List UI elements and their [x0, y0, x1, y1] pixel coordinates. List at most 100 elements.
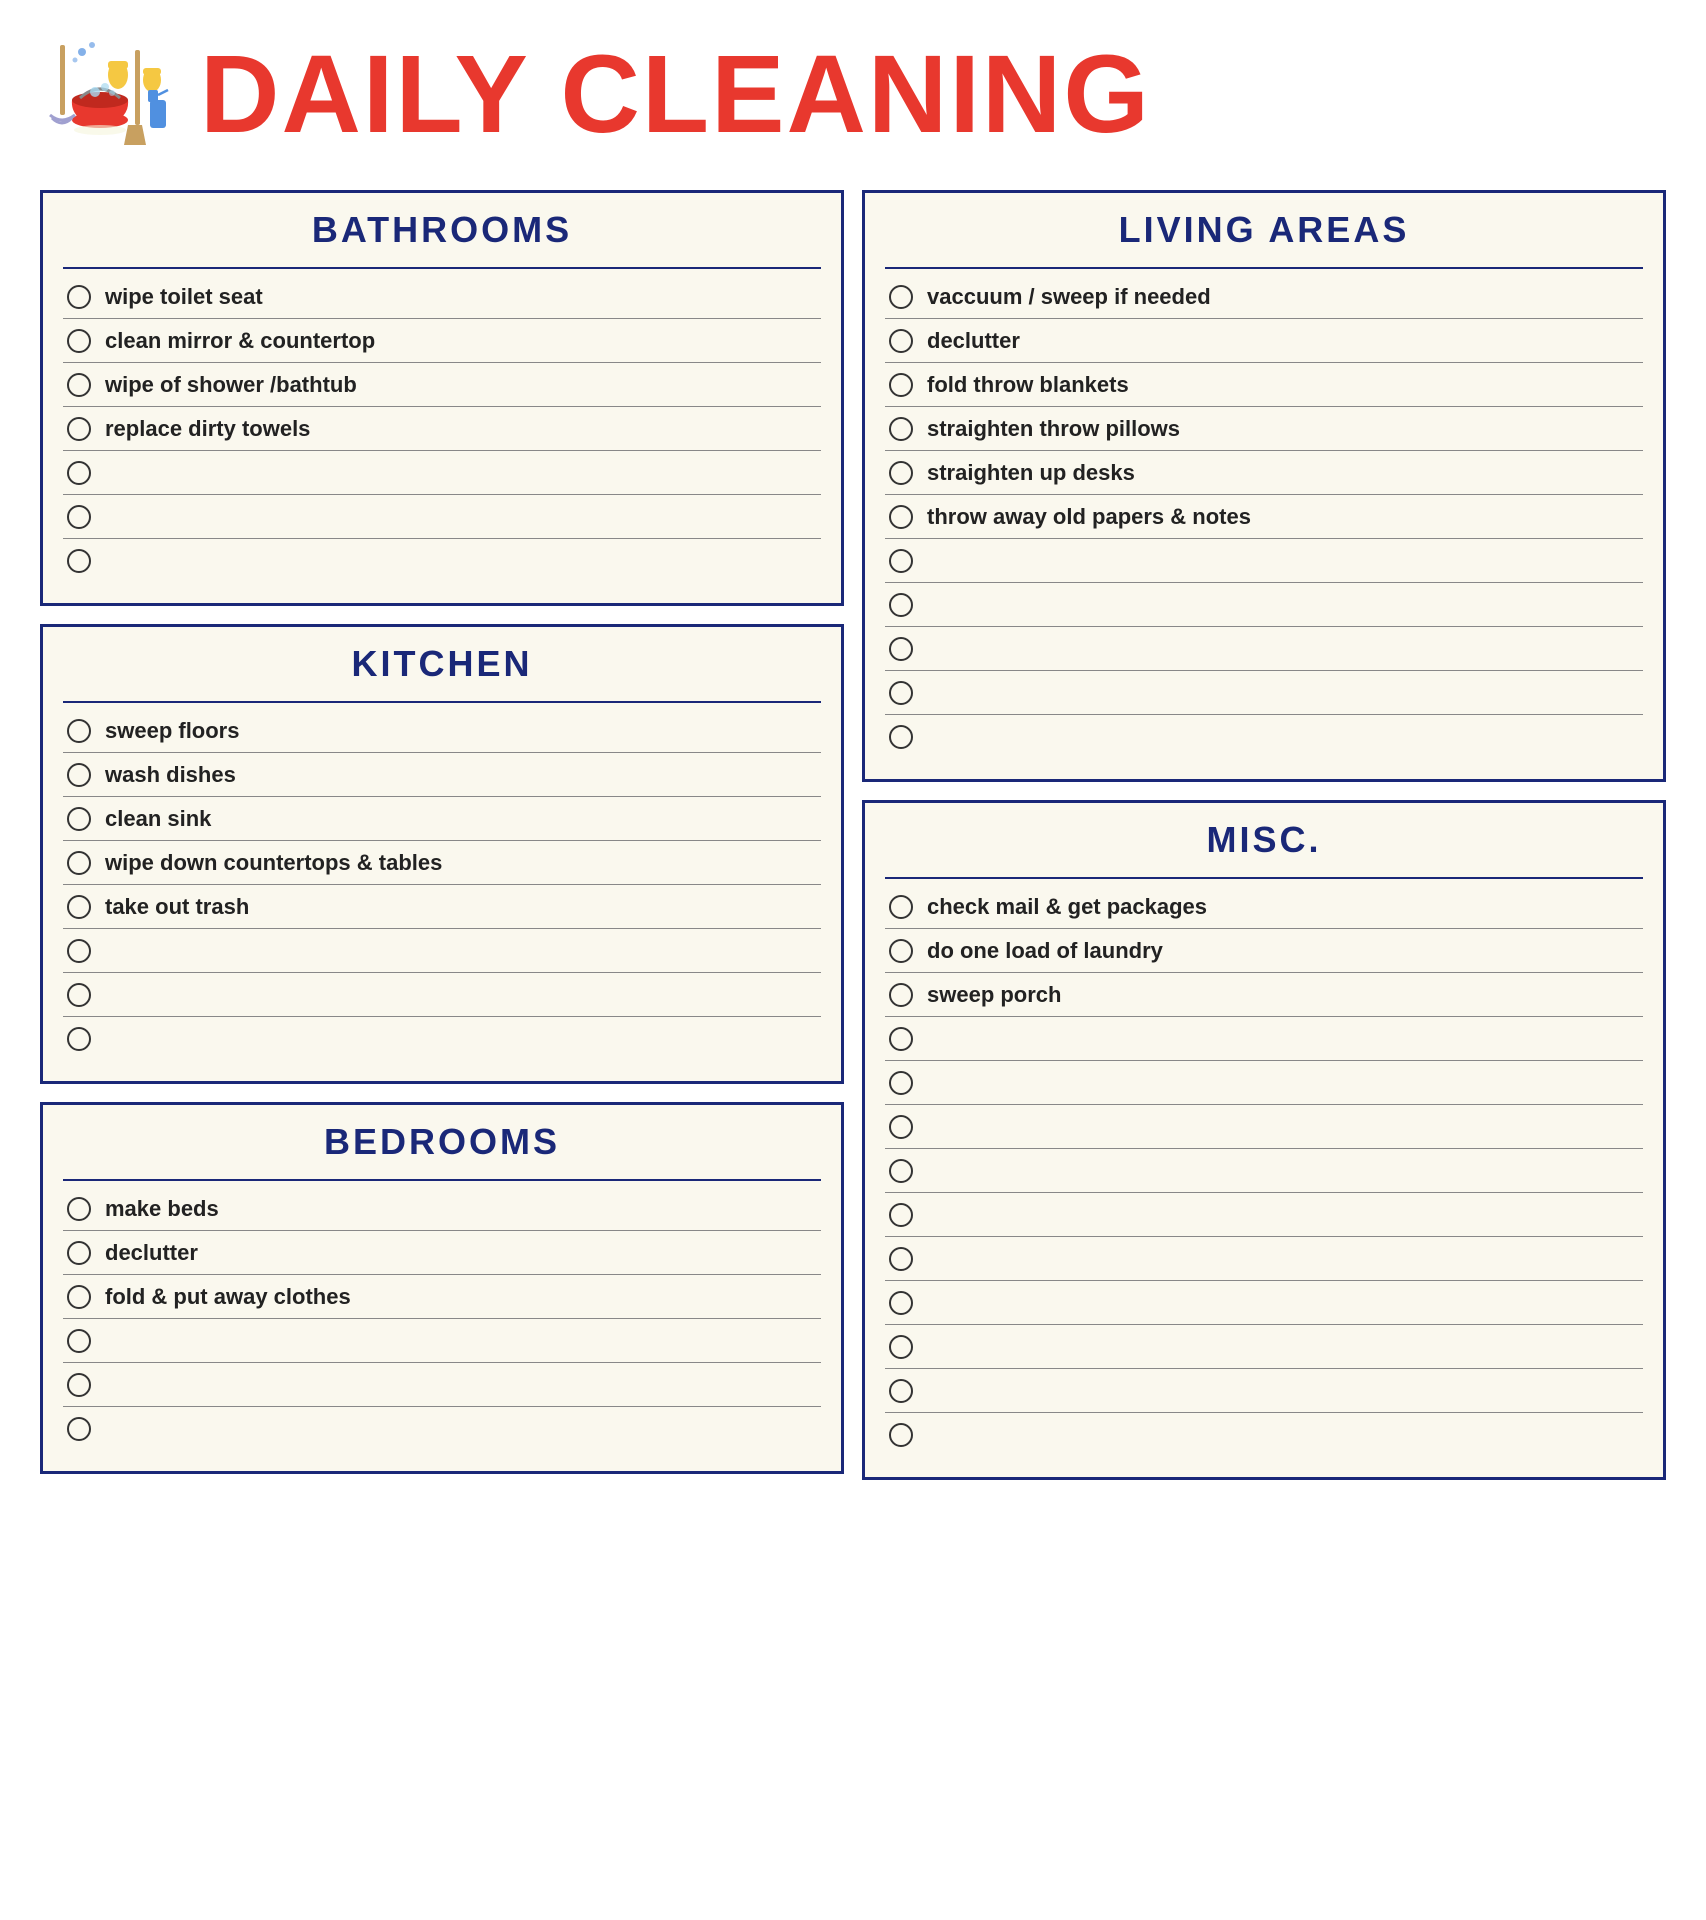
checkbox[interactable]	[67, 329, 91, 353]
checkbox[interactable]	[889, 637, 913, 661]
item-text: wipe down countertops & tables	[105, 850, 442, 876]
empty-row	[885, 1325, 1643, 1369]
checkbox[interactable]	[67, 807, 91, 831]
bathrooms-divider	[63, 267, 821, 269]
checkbox[interactable]	[67, 763, 91, 787]
checkbox[interactable]	[67, 983, 91, 1007]
checkbox[interactable]	[889, 549, 913, 573]
checkbox[interactable]	[889, 1027, 913, 1051]
bathrooms-section: BATHROOMS wipe toilet seat clean mirror …	[40, 190, 844, 606]
item-text: sweep floors	[105, 718, 239, 744]
living-areas-section: LIVING AREAS vaccuum / sweep if needed d…	[862, 190, 1666, 782]
empty-row	[63, 1363, 821, 1407]
item-text: take out trash	[105, 894, 249, 920]
kitchen-divider	[63, 701, 821, 703]
item-text: straighten up desks	[927, 460, 1135, 486]
kitchen-title: KITCHEN	[63, 643, 821, 693]
left-column: BATHROOMS wipe toilet seat clean mirror …	[40, 190, 844, 1480]
checkbox[interactable]	[889, 505, 913, 529]
item-text: fold throw blankets	[927, 372, 1129, 398]
list-item: wipe toilet seat	[63, 275, 821, 319]
item-text: fold & put away clothes	[105, 1284, 351, 1310]
checkbox[interactable]	[67, 1197, 91, 1221]
right-column: LIVING AREAS vaccuum / sweep if needed d…	[862, 190, 1666, 1480]
item-text: make beds	[105, 1196, 219, 1222]
item-text: check mail & get packages	[927, 894, 1207, 920]
empty-row	[885, 1193, 1643, 1237]
list-item: throw away old papers & notes	[885, 495, 1643, 539]
checkbox[interactable]	[67, 1285, 91, 1309]
item-text: wipe toilet seat	[105, 284, 263, 310]
item-text: straighten throw pillows	[927, 416, 1180, 442]
checkbox[interactable]	[889, 285, 913, 309]
empty-row	[885, 1149, 1643, 1193]
checkbox[interactable]	[67, 895, 91, 919]
empty-row	[885, 1413, 1643, 1457]
checkbox[interactable]	[889, 1423, 913, 1447]
checkbox[interactable]	[67, 719, 91, 743]
checkbox[interactable]	[67, 505, 91, 529]
checkbox[interactable]	[67, 285, 91, 309]
item-text: do one load of laundry	[927, 938, 1163, 964]
checkbox[interactable]	[889, 1379, 913, 1403]
list-item: clean mirror & countertop	[63, 319, 821, 363]
bathrooms-title: BATHROOMS	[63, 209, 821, 259]
bedrooms-title: BEDROOMS	[63, 1121, 821, 1171]
item-text: vaccuum / sweep if needed	[927, 284, 1211, 310]
checkbox[interactable]	[889, 895, 913, 919]
checkbox[interactable]	[889, 1159, 913, 1183]
list-item: do one load of laundry	[885, 929, 1643, 973]
list-item: fold & put away clothes	[63, 1275, 821, 1319]
empty-row	[885, 1369, 1643, 1413]
checkbox[interactable]	[67, 373, 91, 397]
checkbox[interactable]	[889, 983, 913, 1007]
misc-divider	[885, 877, 1643, 879]
checkbox[interactable]	[67, 461, 91, 485]
checkbox[interactable]	[889, 461, 913, 485]
list-item: straighten up desks	[885, 451, 1643, 495]
checkbox[interactable]	[67, 1329, 91, 1353]
empty-row	[885, 715, 1643, 759]
misc-title: MISC.	[885, 819, 1643, 869]
list-item: sweep floors	[63, 709, 821, 753]
empty-row	[63, 1407, 821, 1451]
list-item: replace dirty towels	[63, 407, 821, 451]
list-item: sweep porch	[885, 973, 1643, 1017]
list-item: make beds	[63, 1187, 821, 1231]
empty-row	[885, 1061, 1643, 1105]
list-item: wipe down countertops & tables	[63, 841, 821, 885]
cleaning-icon	[40, 30, 180, 160]
empty-row	[885, 1105, 1643, 1149]
empty-row	[885, 671, 1643, 715]
checkbox[interactable]	[889, 1291, 913, 1315]
empty-row	[885, 1281, 1643, 1325]
checkbox[interactable]	[67, 1417, 91, 1441]
list-item: check mail & get packages	[885, 885, 1643, 929]
checkbox[interactable]	[889, 1247, 913, 1271]
living-areas-title: LIVING AREAS	[885, 209, 1643, 259]
checkbox[interactable]	[67, 1241, 91, 1265]
checkbox[interactable]	[67, 851, 91, 875]
checkbox[interactable]	[67, 549, 91, 573]
checkbox[interactable]	[889, 1203, 913, 1227]
bedrooms-section: BEDROOMS make beds declutter fold & put …	[40, 1102, 844, 1474]
checkbox[interactable]	[67, 1373, 91, 1397]
checkbox[interactable]	[889, 939, 913, 963]
list-item: declutter	[63, 1231, 821, 1275]
checkbox[interactable]	[67, 939, 91, 963]
checkbox[interactable]	[889, 1335, 913, 1359]
item-text: declutter	[105, 1240, 198, 1266]
checkbox[interactable]	[889, 725, 913, 749]
item-text: sweep porch	[927, 982, 1061, 1008]
checkbox[interactable]	[889, 1071, 913, 1095]
checkbox[interactable]	[889, 417, 913, 441]
living-areas-divider	[885, 267, 1643, 269]
list-item: straighten throw pillows	[885, 407, 1643, 451]
checkbox[interactable]	[67, 1027, 91, 1051]
checkbox[interactable]	[889, 593, 913, 617]
checkbox[interactable]	[889, 681, 913, 705]
checkbox[interactable]	[67, 417, 91, 441]
checkbox[interactable]	[889, 373, 913, 397]
checkbox[interactable]	[889, 329, 913, 353]
checkbox[interactable]	[889, 1115, 913, 1139]
